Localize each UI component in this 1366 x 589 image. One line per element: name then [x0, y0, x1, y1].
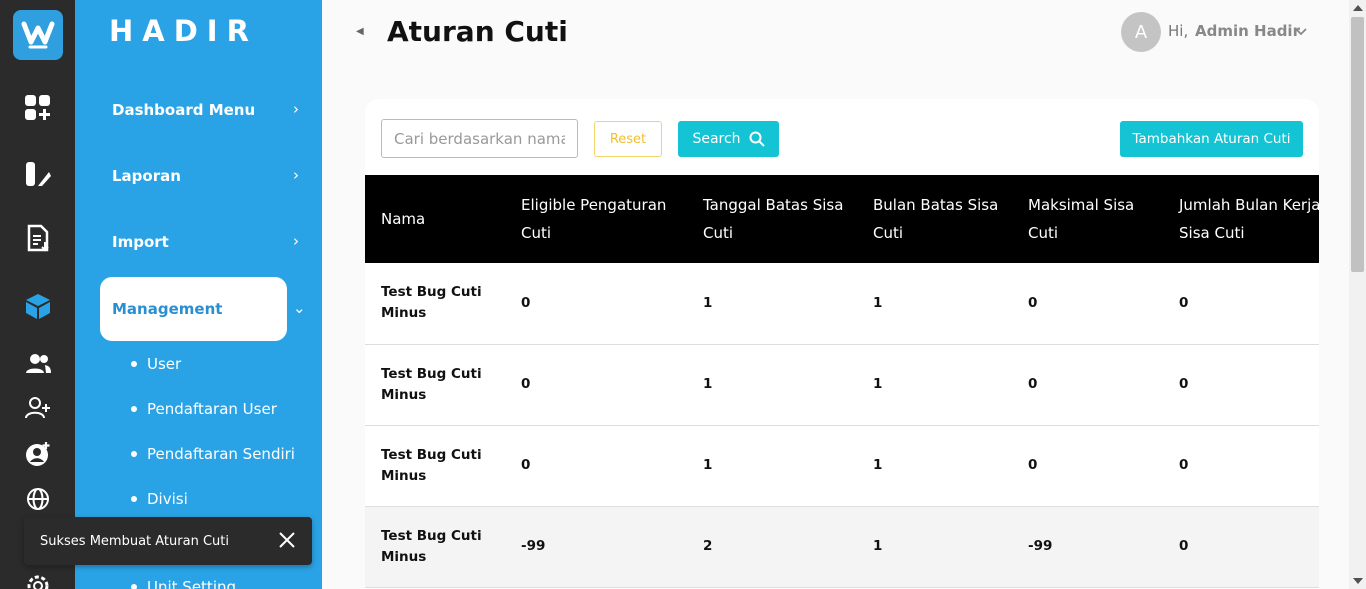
- bullet-icon: [131, 406, 137, 412]
- icon-rail: [0, 0, 75, 589]
- reset-button[interactable]: Reset: [594, 121, 662, 157]
- table-cell: 1: [703, 457, 713, 473]
- table-cell: Test Bug Cuti Minus: [381, 365, 482, 403]
- table-cell: Test Bug Cuti Minus: [381, 527, 482, 565]
- greeting-text: Hi,: [1168, 22, 1189, 40]
- table-cell: Test Bug Cuti Minus: [381, 446, 482, 484]
- table-cell: -99: [521, 538, 546, 554]
- app-logo-icon[interactable]: [13, 10, 63, 60]
- menu-import[interactable]: Import: [112, 233, 169, 251]
- chevron-down-icon: ⌄: [293, 299, 306, 317]
- table-cell: 2: [703, 538, 713, 554]
- table-cell: 0: [1179, 376, 1189, 392]
- menu-management-active[interactable]: Management: [100, 277, 287, 341]
- submenu-label: User: [147, 355, 182, 373]
- column-header[interactable]: Tanggal Batas Sisa Cuti: [687, 175, 857, 263]
- submenu-pendaftaran-user[interactable]: Pendaftaran User: [131, 400, 277, 418]
- submenu-label: Pendaftaran User: [147, 400, 277, 418]
- table-header-row: Nama Eligible Pengaturan Cuti Tanggal Ba…: [365, 175, 1319, 263]
- chevron-right-icon: ›: [293, 232, 299, 250]
- bullet-icon: [131, 496, 137, 502]
- dashboard-grid-icon[interactable]: [22, 92, 54, 124]
- table-cell: 0: [1028, 376, 1038, 392]
- submenu-pendaftaran-sendiri[interactable]: Pendaftaran Sendiri: [131, 445, 295, 463]
- settings-gear-icon[interactable]: [22, 570, 54, 589]
- menu-dashboard[interactable]: Dashboard Menu: [112, 101, 255, 119]
- table-cell: 1: [873, 294, 883, 311]
- table-cell: 0: [1179, 457, 1189, 473]
- add-user-icon[interactable]: [22, 392, 54, 424]
- submenu-divisi[interactable]: Divisi: [131, 490, 188, 508]
- success-toast: Sukses Membuat Aturan Cuti: [24, 517, 312, 565]
- table-cell: Test Bug Cuti Minus: [381, 284, 482, 322]
- search-input[interactable]: [381, 119, 578, 158]
- submenu-unit-setting[interactable]: Unit Setting: [131, 578, 236, 589]
- management-cube-icon[interactable]: [22, 290, 54, 322]
- scrollbar-thumb[interactable]: [1351, 17, 1364, 272]
- submenu-label: Pendaftaran Sendiri: [147, 445, 295, 463]
- report-icon[interactable]: [22, 158, 54, 190]
- table-cell: 0: [1028, 457, 1038, 473]
- chevron-right-icon: ›: [293, 166, 299, 184]
- table-cell: 1: [873, 538, 883, 554]
- submenu-user[interactable]: User: [131, 355, 181, 373]
- brand-name: HADIR: [109, 14, 258, 48]
- menu-management-label: Management: [112, 300, 223, 318]
- table-row[interactable]: Test Bug Cuti Minus -99 2 1 -99 0: [365, 506, 1319, 587]
- table-cell: 0: [521, 376, 531, 392]
- bullet-icon: [131, 361, 137, 367]
- column-header[interactable]: Nama: [365, 175, 505, 263]
- table-cell: 1: [873, 376, 883, 392]
- column-header[interactable]: Bulan Batas Sisa Cuti: [857, 175, 1012, 263]
- chevron-down-icon[interactable]: [1294, 24, 1308, 38]
- user-name[interactable]: Admin Hadir: [1195, 22, 1300, 40]
- column-header[interactable]: Maksimal Sisa Cuti: [1012, 175, 1163, 263]
- content-card: Reset Search Tambahkan Aturan Cuti Nama …: [365, 99, 1319, 589]
- sidebar: HADIR Dashboard Menu › Laporan › Import …: [75, 0, 322, 589]
- menu-laporan[interactable]: Laporan: [112, 167, 181, 185]
- table-cell: -99: [1028, 538, 1053, 554]
- chevron-right-icon: ›: [293, 100, 299, 118]
- import-document-icon[interactable]: [22, 222, 54, 254]
- submenu-label: Divisi: [147, 490, 188, 508]
- self-register-icon[interactable]: [22, 438, 54, 470]
- bullet-icon: [131, 451, 137, 457]
- table-cell: 0: [1028, 294, 1038, 311]
- collapse-sidebar-icon[interactable]: ◀: [356, 26, 364, 37]
- column-header[interactable]: Jumlah Bulan Kerja Sisa Cuti: [1163, 175, 1319, 263]
- table-cell: 0: [521, 294, 531, 311]
- table-cell: 0: [1179, 294, 1189, 311]
- table-cell: 1: [703, 294, 713, 311]
- users-icon[interactable]: [22, 348, 54, 380]
- bullet-icon: [131, 584, 137, 589]
- table-row[interactable]: Test Bug Cuti Minus 0 1 1 0 0: [365, 263, 1319, 344]
- scroll-down-icon[interactable]: [1353, 578, 1363, 584]
- leave-rules-table: Nama Eligible Pengaturan Cuti Tanggal Ba…: [365, 175, 1319, 588]
- avatar[interactable]: A: [1121, 12, 1161, 52]
- toast-message: Sukses Membuat Aturan Cuti: [40, 533, 229, 549]
- search-button[interactable]: Search: [678, 121, 779, 157]
- column-header[interactable]: Eligible Pengaturan Cuti: [505, 175, 687, 263]
- add-leave-rule-button[interactable]: Tambahkan Aturan Cuti: [1120, 121, 1303, 157]
- scroll-up-icon[interactable]: [1353, 5, 1363, 11]
- search-button-label: Search: [692, 131, 741, 147]
- table-row[interactable]: Test Bug Cuti Minus 0 1 1 0 0: [365, 425, 1319, 506]
- globe-icon[interactable]: [22, 483, 54, 515]
- table-cell: 1: [703, 376, 713, 392]
- table-row[interactable]: Test Bug Cuti Minus 0 1 1 0 0: [365, 344, 1319, 425]
- table-cell: 1: [873, 457, 883, 473]
- page-title: Aturan Cuti: [387, 15, 568, 48]
- table-cell: 0: [521, 457, 531, 473]
- search-icon: [749, 131, 765, 147]
- table-cell: 0: [1179, 538, 1189, 554]
- close-icon[interactable]: [276, 529, 298, 551]
- submenu-label: Unit Setting: [147, 578, 237, 589]
